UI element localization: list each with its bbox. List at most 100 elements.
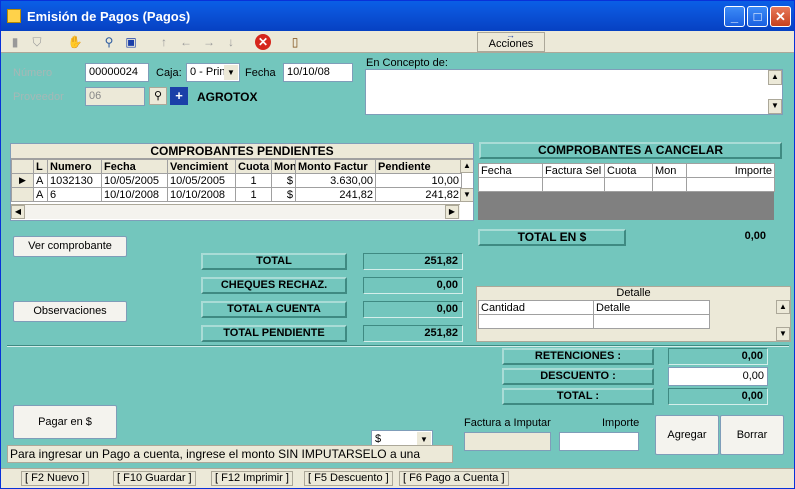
- concepto-textarea[interactable]: ▲ ▼: [365, 69, 783, 115]
- hand-icon[interactable]: ✋: [67, 34, 83, 50]
- caja-value: 0 - Prin: [190, 66, 226, 78]
- agregar-button[interactable]: Agregar: [655, 415, 719, 455]
- status-f5-descuento[interactable]: [ F5 Descuento ]: [304, 471, 393, 486]
- proveedor-name: AGROTOX: [197, 90, 258, 104]
- col-header[interactable]: Factura Sel: [542, 163, 605, 178]
- col-header[interactable]: Cantidad: [478, 300, 594, 315]
- scroll-right-icon[interactable]: ▶: [445, 205, 459, 219]
- horizontal-scrollbar[interactable]: ◀ ▶: [11, 204, 460, 219]
- minimize-button[interactable]: _: [724, 6, 745, 27]
- arrow-right-icon[interactable]: →: [201, 34, 217, 50]
- proveedor-code-field[interactable]: 06: [85, 87, 145, 106]
- status-f2-nuevo[interactable]: [ F2 Nuevo ]: [21, 471, 89, 486]
- caja-select[interactable]: 0 - Prin ▼: [186, 63, 240, 82]
- col-header[interactable]: Monto Factur: [295, 159, 376, 174]
- table-row[interactable]: A 6 10/10/2008 10/10/2008 1 $ 241,82 241…: [11, 187, 462, 202]
- col-header[interactable]: Cuota: [604, 163, 653, 178]
- arrow-right-small-icon: →: [506, 30, 515, 40]
- cell: A: [33, 173, 48, 188]
- factura-imputar-field[interactable]: [464, 432, 551, 451]
- pagar-button[interactable]: Pagar en $: [13, 405, 117, 439]
- row-selector-header: [11, 159, 34, 174]
- table-row[interactable]: [478, 177, 775, 192]
- table-row[interactable]: ▶ A 1032130 10/05/2005 10/05/2005 1 $ 3.…: [11, 173, 462, 188]
- col-header[interactable]: Detalle: [593, 300, 710, 315]
- observaciones-button[interactable]: Observaciones: [13, 301, 127, 322]
- col-header[interactable]: Importe: [686, 163, 775, 178]
- col-header[interactable]: Fecha: [478, 163, 543, 178]
- col-header[interactable]: Cuota: [235, 159, 272, 174]
- pendientes-table: L Numero Fecha Vencimient Cuota Mon Mont…: [11, 159, 462, 202]
- search-supplier-icon[interactable]: ⚲: [149, 87, 167, 105]
- save-icon[interactable]: ▣: [123, 34, 139, 50]
- status-f10-guardar[interactable]: [ F10 Guardar ]: [113, 471, 196, 486]
- cell: 10/05/2005: [167, 173, 236, 188]
- detalle-header-row: Cantidad Detalle: [478, 300, 710, 315]
- col-header[interactable]: L: [33, 159, 48, 174]
- total-pendiente-value: 251,82: [363, 325, 463, 342]
- maximize-button[interactable]: □: [747, 6, 768, 27]
- retenciones-label: RETENCIONES :: [502, 348, 654, 365]
- cell: 1: [235, 187, 272, 202]
- cell: A: [33, 187, 48, 202]
- arrow-up-icon[interactable]: ↑: [156, 34, 172, 50]
- factura-imputar-label: Factura a Imputar: [464, 417, 551, 429]
- numero-field[interactable]: 00000024: [85, 63, 149, 82]
- arrow-down-icon[interactable]: ↓: [223, 34, 239, 50]
- add-supplier-icon[interactable]: +: [170, 87, 188, 105]
- ver-comprobante-button[interactable]: Ver comprobante: [13, 236, 127, 257]
- scroll-left-icon[interactable]: ◀: [11, 205, 25, 219]
- hint-text: Para ingresar un Pago a cuenta, ingrese …: [10, 447, 420, 461]
- arrow-left-icon[interactable]: ←: [178, 34, 194, 50]
- col-header[interactable]: Pendiente: [375, 159, 462, 174]
- hint-bar: Para ingresar un Pago a cuenta, ingrese …: [7, 445, 453, 463]
- pendientes-title: COMPROBANTES PENDIENTES: [11, 144, 473, 159]
- descuento-label: DESCUENTO :: [502, 368, 654, 385]
- cancel-icon[interactable]: ✕: [255, 34, 271, 50]
- borrar-button[interactable]: Borrar: [720, 415, 784, 455]
- descuento-field[interactable]: 0,00: [668, 367, 768, 386]
- col-header[interactable]: Vencimient: [167, 159, 236, 174]
- total-a-cuenta-label: TOTAL A CUENTA: [201, 301, 347, 318]
- table-row[interactable]: [478, 314, 710, 329]
- search-icon[interactable]: ⚲: [101, 34, 117, 50]
- retenciones-total-value: 0,00: [668, 388, 768, 405]
- caja-label: Caja:: [156, 67, 182, 79]
- cell: 10/05/2005: [101, 173, 168, 188]
- close-button[interactable]: ✕: [770, 6, 791, 27]
- total-a-cuenta-value: 0,00: [363, 301, 463, 318]
- col-header[interactable]: Mon: [271, 159, 296, 174]
- col-header[interactable]: Numero: [47, 159, 102, 174]
- exit-door-icon[interactable]: ▯: [287, 34, 303, 50]
- acciones-button[interactable]: → Acciones: [477, 30, 545, 52]
- col-header[interactable]: Fecha: [101, 159, 168, 174]
- importe-field[interactable]: [559, 432, 639, 451]
- cell: 10/10/2008: [167, 187, 236, 202]
- cell: 1: [235, 173, 272, 188]
- cell: [593, 314, 710, 329]
- fecha-field[interactable]: 10/10/08: [283, 63, 353, 82]
- scroll-down-icon[interactable]: ▼: [768, 99, 782, 114]
- cell: 1032130: [47, 173, 102, 188]
- cell: 10/10/2008: [101, 187, 168, 202]
- total-pendiente-label: TOTAL PENDIENTE: [201, 325, 347, 342]
- window-title: Emisión de Pagos (Pagos): [27, 9, 191, 24]
- cell: 3.630,00: [295, 173, 376, 188]
- vscroll-up-icon[interactable]: ▲: [460, 159, 473, 173]
- detalle-table: Cantidad Detalle: [478, 300, 710, 329]
- detalle-scroll-up-icon[interactable]: ▲: [776, 300, 790, 314]
- chevron-down-icon: ▼: [224, 65, 238, 80]
- new-doc-icon[interactable]: ▮: [7, 34, 23, 50]
- cancelar-grid[interactable]: Fecha Factura Sel Cuota Mon Importe: [478, 163, 775, 220]
- col-header[interactable]: Mon: [652, 163, 687, 178]
- cancelar-table: Fecha Factura Sel Cuota Mon Importe: [478, 163, 775, 192]
- detalle-scroll-down-icon[interactable]: ▼: [776, 327, 790, 341]
- shield-icon[interactable]: ⛉: [29, 34, 45, 50]
- app-window: Emisión de Pagos (Pagos) _ □ ✕ ▮ ⛉ ✋ ⚲ ▣…: [0, 0, 795, 489]
- cell: 241,82: [375, 187, 462, 202]
- vscroll-down-icon[interactable]: ▼: [460, 188, 473, 202]
- status-f12-imprimir[interactable]: [ F12 Imprimir ]: [211, 471, 293, 486]
- status-f6-pago-cuenta[interactable]: [ F6 Pago a Cuenta ]: [399, 471, 509, 486]
- scroll-up-icon[interactable]: ▲: [768, 70, 782, 85]
- fecha-label: Fecha: [245, 67, 276, 79]
